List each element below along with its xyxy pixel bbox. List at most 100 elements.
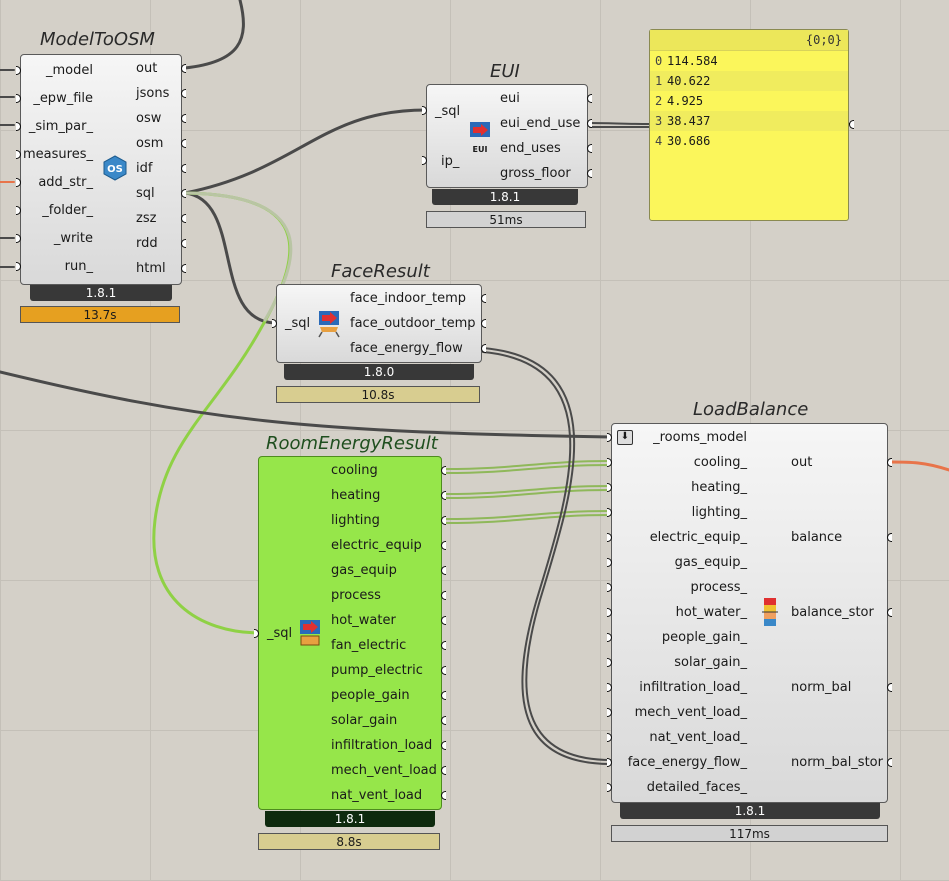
output-sql: sql [136, 186, 155, 201]
port-out-rdd[interactable] [181, 239, 186, 248]
room-energy-port-out-solar-gain[interactable] [441, 716, 446, 725]
port-out-osm[interactable] [181, 139, 186, 148]
eui-output-end-uses: end_uses [500, 141, 561, 156]
room-energy-output-process: process [331, 588, 381, 603]
face-result-port-out-energy[interactable] [481, 344, 486, 353]
panel-row: 2 4.925 [650, 91, 848, 111]
face-result-title: FaceResult [331, 261, 430, 282]
face-result-output-indoor-temp: face_indoor_temp [350, 291, 467, 306]
load-balance-time: 117ms [611, 825, 888, 842]
face-result-time: 10.8s [276, 386, 480, 403]
panel-row: 3 38.437 [650, 111, 848, 131]
panel-row-index: 1 [655, 74, 663, 88]
room-energy-output-fan-electric: fan_electric [331, 638, 407, 653]
load-balance-port-out-balance-stor[interactable] [887, 608, 892, 617]
room-energy-port-out-process[interactable] [441, 591, 446, 600]
output-panel[interactable]: {0;0} 0 114.584 1 40.622 2 4.925 3 38.437 43… [649, 29, 849, 221]
room-energy-port-out-gas-equip[interactable] [441, 566, 446, 575]
model-to-osm-title: ModelToOSM [40, 29, 155, 50]
port-out-osw[interactable] [181, 114, 186, 123]
panel-row-value: 38.437 [667, 114, 711, 128]
load-balance-port-out-norm-bal[interactable] [887, 683, 892, 692]
model-to-osm-component[interactable]: _model _epw_file _sim_par_ measures_ add… [20, 54, 182, 285]
room-energy-port-out-people-gain[interactable] [441, 691, 446, 700]
load-balance-input-electric-equip: electric_equip_ [649, 530, 747, 545]
port-out-out[interactable] [181, 64, 186, 73]
face-result-component[interactable]: _sql face_indoor_temp face_outdoor_temp … [276, 284, 482, 363]
face-result-version: 1.8.0 [284, 364, 474, 380]
room-energy-port-out-fan-electric[interactable] [441, 641, 446, 650]
load-balance-output-balance-stor: balance_stor [791, 605, 874, 620]
input-measures: measures_ [23, 147, 93, 162]
input-model: _model [46, 63, 93, 78]
load-balance-output-norm-bal: norm_bal [791, 680, 852, 695]
room-energy-result-component[interactable]: _sql cooling heating lighting electric_e… [258, 456, 442, 810]
room-energy-output-gas-equip: gas_equip [331, 563, 397, 578]
load-balance-input-solar-gain: solar_gain_ [674, 655, 747, 670]
input-sim-par: _sim_par_ [28, 119, 93, 134]
load-balance-input-infiltration-load: infiltration_load_ [639, 680, 747, 695]
output-osw: osw [136, 111, 162, 126]
face-result-icon [318, 311, 340, 338]
expand-arrow-icon[interactable]: ⬇ [617, 430, 633, 445]
port-out-jsons[interactable] [181, 89, 186, 98]
load-balance-component[interactable]: ⬇ _rooms_model cooling_ heating_ lightin… [611, 423, 888, 803]
panel-row-index: 2 [655, 94, 663, 108]
room-energy-result-version: 1.8.1 [265, 811, 435, 827]
room-energy-output-lighting: lighting [331, 513, 380, 528]
eui-port-out-eui-end-use[interactable] [587, 119, 592, 128]
eui-output-gross-floor: gross_floor [500, 166, 571, 181]
panel-row-value: 30.686 [667, 134, 711, 148]
input-add-str: add_str_ [38, 175, 93, 190]
input-run: run_ [64, 259, 93, 274]
output-out: out [136, 61, 158, 76]
eui-component[interactable]: _sql ip_ eui eui_end_use end_uses gross_… [426, 84, 588, 188]
load-balance-input-face-energy-flow: face_energy_flow_ [627, 755, 747, 770]
room-energy-port-out-mech-vent[interactable] [441, 766, 446, 775]
room-energy-output-pump-electric: pump_electric [331, 663, 423, 678]
room-energy-input-sql: _sql [267, 626, 293, 641]
eui-port-out-eui[interactable] [587, 94, 592, 103]
panel-row-index: 4 [655, 134, 663, 148]
eui-icon: EUI [467, 121, 493, 154]
room-energy-port-out-cooling[interactable] [441, 466, 446, 475]
port-out-html[interactable] [181, 264, 186, 273]
eui-port-out-end-uses[interactable] [587, 144, 592, 153]
load-balance-icon [762, 598, 778, 626]
panel-row: 0 114.584 [650, 51, 848, 71]
model-to-osm-time: 13.7s [20, 306, 180, 323]
model-to-osm-version: 1.8.1 [30, 285, 172, 301]
svg-text:OS: OS [107, 164, 123, 175]
load-balance-title: LoadBalance [693, 399, 809, 420]
room-energy-port-out-hot-water[interactable] [441, 616, 446, 625]
panel-port-out[interactable] [849, 120, 854, 129]
eui-port-out-gross-floor[interactable] [587, 169, 592, 178]
port-out-idf[interactable] [181, 164, 186, 173]
load-balance-port-out-balance[interactable] [887, 533, 892, 542]
port-out-sql[interactable] [181, 189, 186, 198]
room-energy-port-out-lighting[interactable] [441, 516, 446, 525]
load-balance-input-detailed-faces: detailed_faces_ [646, 780, 747, 795]
room-energy-output-hot-water: hot_water [331, 613, 396, 628]
room-energy-result-time: 8.8s [258, 833, 440, 850]
output-idf: idf [136, 161, 153, 176]
room-energy-port-out-pump-electric[interactable] [441, 666, 446, 675]
panel-row: 4 30.686 [650, 131, 848, 151]
eui-title: EUI [490, 61, 520, 82]
load-balance-port-out-norm-bal-stor[interactable] [887, 758, 892, 767]
room-energy-port-out-infiltration[interactable] [441, 741, 446, 750]
panel-row-value: 40.622 [667, 74, 711, 88]
load-balance-port-out-out[interactable] [887, 458, 892, 467]
room-energy-output-people-gain: people_gain [331, 688, 410, 703]
port-out-zsz[interactable] [181, 214, 186, 223]
room-energy-output-solar-gain: solar_gain [331, 713, 398, 728]
eui-input-ip: ip_ [441, 154, 460, 169]
input-write: _write [53, 231, 93, 246]
room-energy-port-out-nat-vent[interactable] [441, 791, 446, 800]
eui-input-sql: _sql [435, 104, 461, 119]
room-energy-port-out-heating[interactable] [441, 491, 446, 500]
face-result-port-out-outdoor[interactable] [481, 319, 486, 328]
face-result-port-out-indoor[interactable] [481, 294, 486, 303]
load-balance-output-balance: balance [791, 530, 843, 545]
room-energy-port-out-electric-equip[interactable] [441, 541, 446, 550]
